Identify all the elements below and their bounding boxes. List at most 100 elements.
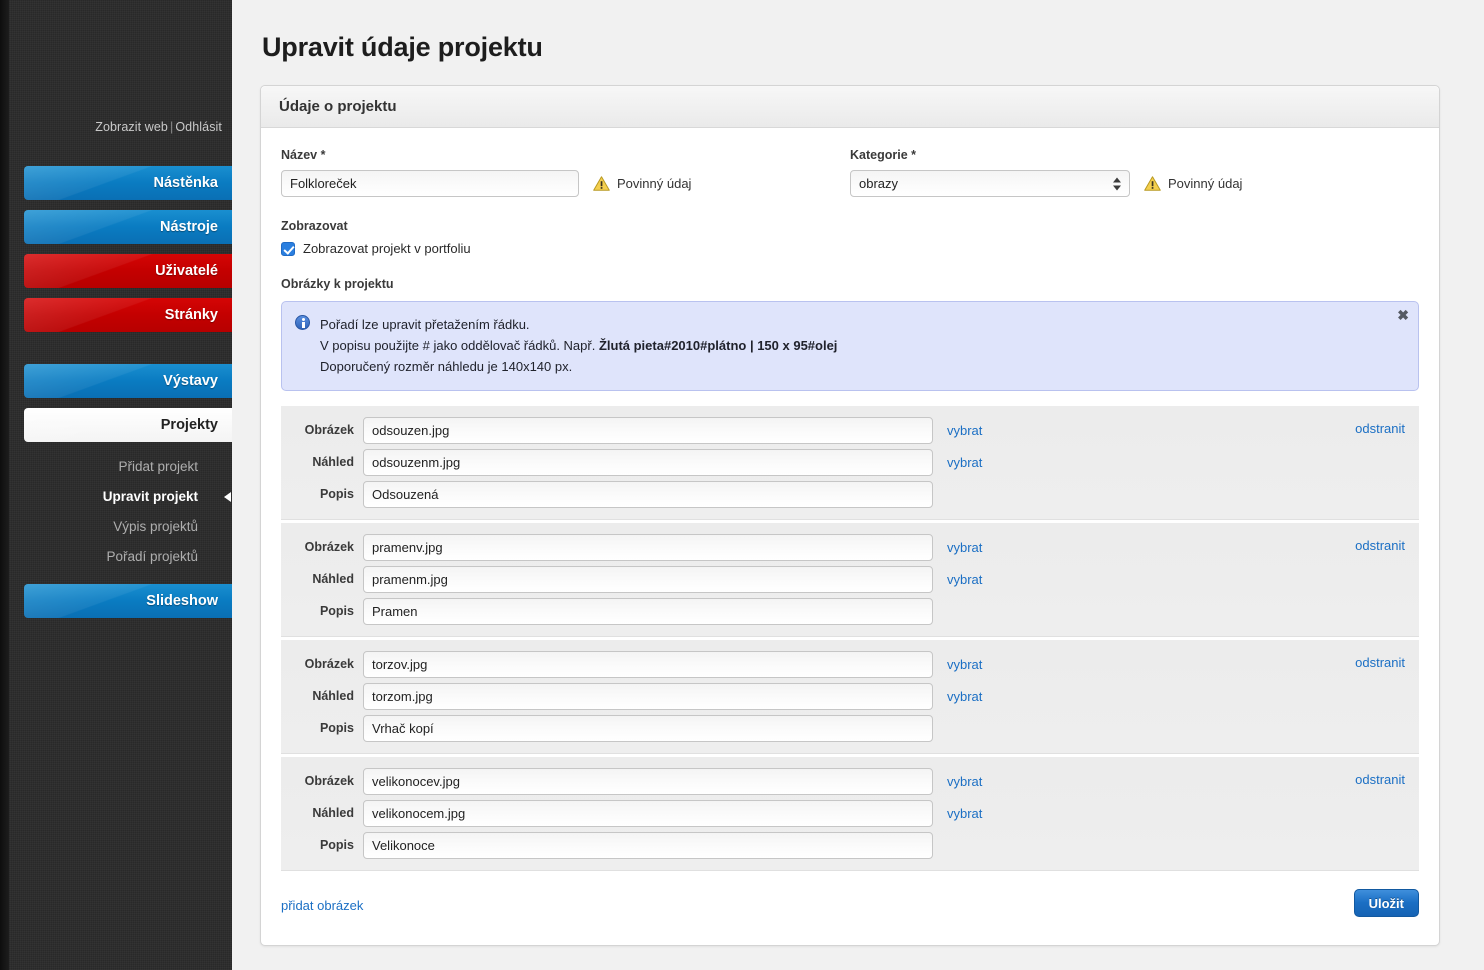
sidebar-item-nastenka[interactable]: Nástěnka: [24, 166, 232, 200]
table-row[interactable]: odstranit Obrázek vybrat Náhled vybrat: [281, 522, 1419, 637]
image-label: Obrázek: [304, 540, 354, 554]
delete-image-link[interactable]: odstranit: [1355, 655, 1405, 670]
logout-link[interactable]: Odhlásit: [175, 120, 222, 134]
thumb-label: Náhled: [312, 689, 354, 703]
sidebar-subitem-vypis-projektu[interactable]: Výpis projektů: [0, 512, 232, 542]
sidebar-item-uzivatele[interactable]: Uživatelé: [24, 254, 232, 288]
thumb-label: Náhled: [312, 455, 354, 469]
info-circle-icon: [295, 315, 310, 330]
page-title: Upravit údaje projektu: [262, 32, 543, 62]
sidebar-subitem-upravit-projekt[interactable]: Upravit projekt: [0, 482, 232, 512]
caption-label: Popis: [319, 838, 354, 852]
name-required-warning: Povinný údaj: [593, 176, 691, 191]
caption-input[interactable]: [363, 480, 933, 508]
image-input[interactable]: [363, 416, 933, 444]
thumb-input[interactable]: [363, 682, 933, 710]
pick-image-link[interactable]: vybrat: [947, 774, 982, 789]
delete-image-link[interactable]: odstranit: [1355, 421, 1405, 436]
sidebar-nav-gap: [0, 342, 232, 364]
panel-title: Údaje o projektu: [261, 86, 1439, 128]
category-select-wrap: obrazy: [850, 170, 1130, 197]
info-line-2-pre: V popisu použijte # jako oddělovač řádků…: [320, 338, 599, 353]
thumb-field-line: Náhled vybrat: [281, 799, 1419, 827]
category-label: Kategorie *: [850, 148, 916, 162]
add-image-link[interactable]: přidat obrázek: [281, 898, 363, 913]
info-line-3: Doporučený rozměr náhledu je 140x140 px.: [320, 359, 573, 374]
sidebar-subitem-label: Upravit projekt: [102, 489, 198, 504]
display-checkbox[interactable]: [281, 241, 295, 256]
image-input[interactable]: [363, 650, 933, 678]
images-section: Obrázky k projektu ✖ Pořadí lze upravit …: [281, 277, 1419, 923]
info-notice: ✖ Pořadí lze upravit přetažením řádku. V…: [281, 301, 1419, 391]
sidebar-subitem-pridat-projekt[interactable]: Přidat projekt: [0, 452, 232, 482]
warning-triangle-icon: [593, 176, 610, 191]
caption-field-line: Popis: [281, 597, 1419, 625]
admin-page: Zobrazit web | Odhlásit Nástěnka Nástroje …: [0, 0, 1484, 970]
sidebar-item-vystavy[interactable]: Výstavy: [24, 364, 232, 398]
table-row[interactable]: odstranit Obrázek vybrat Náhled vybrat: [281, 639, 1419, 754]
sidebar-nav: Nástěnka Nástroje Uživatelé Stránky Výst…: [0, 166, 232, 628]
category-select[interactable]: obrazy: [850, 170, 1130, 197]
category-row: obrazy Povinný údaj: [850, 170, 1419, 197]
thumb-input[interactable]: [363, 799, 933, 827]
image-label: Obrázek: [304, 657, 354, 671]
info-line-2-example: Žlutá pieta#2010#plátno | 150 x 95#olej: [598, 338, 838, 353]
sidebar-item-nastroje[interactable]: Nástroje: [24, 210, 232, 244]
thumb-input[interactable]: [363, 565, 933, 593]
pick-thumb-link[interactable]: vybrat: [947, 455, 982, 470]
sidebar-nav-gap-2: [0, 572, 232, 584]
main-content: Upravit údaje projektu Údaje o projektu …: [232, 0, 1484, 970]
image-label: Obrázek: [304, 423, 354, 437]
name-field-group: Název * Folkloreček Povinný údaj: [281, 148, 850, 197]
thumb-field-line: Náhled vybrat: [281, 682, 1419, 710]
pick-image-link[interactable]: vybrat: [947, 657, 982, 672]
image-field-line: Obrázek vybrat: [281, 533, 1419, 561]
caption-field-line: Popis: [281, 714, 1419, 742]
category-field-group: Kategorie * obrazy Povinný údaj: [850, 148, 1419, 197]
name-input[interactable]: [281, 170, 579, 197]
form-footer: přidat obrázek Uložit: [281, 889, 1419, 923]
image-field-line: Obrázek vybrat: [281, 416, 1419, 444]
sidebar-item-stranky[interactable]: Stránky: [24, 298, 232, 332]
image-input[interactable]: [363, 767, 933, 795]
name-required-text: Povinný údaj: [617, 176, 692, 191]
warning-triangle-icon: [1144, 176, 1161, 191]
table-row[interactable]: odstranit Obrázek vybrat Náhled vybrat: [281, 405, 1419, 520]
pick-thumb-link[interactable]: vybrat: [947, 572, 982, 587]
sidebar-item-slideshow[interactable]: Slideshow: [24, 584, 232, 618]
caption-input[interactable]: [363, 831, 933, 859]
image-rows-list: odstranit Obrázek vybrat Náhled vybrat: [281, 405, 1419, 871]
caption-label: Popis: [319, 721, 354, 735]
caption-input[interactable]: [363, 597, 933, 625]
caption-field-line: Popis: [281, 831, 1419, 859]
close-icon[interactable]: ✖: [1397, 308, 1409, 322]
image-field-line: Obrázek vybrat: [281, 767, 1419, 795]
info-line-2: V popisu použijte # jako oddělovač řádků…: [320, 335, 1384, 356]
sidebar-top-links: Zobrazit web | Odhlásit: [95, 120, 222, 134]
save-button[interactable]: Uložit: [1353, 889, 1419, 917]
pick-thumb-link[interactable]: vybrat: [947, 806, 982, 821]
caption-label: Popis: [319, 487, 354, 501]
caption-label: Popis: [319, 604, 354, 618]
image-input[interactable]: [363, 533, 933, 561]
delete-image-link[interactable]: odstranit: [1355, 538, 1405, 553]
active-pointer-icon: [224, 492, 231, 502]
sidebar-subitem-poradi-projektu[interactable]: Pořadí projektů: [0, 542, 232, 572]
pick-image-link[interactable]: vybrat: [947, 423, 982, 438]
display-checkbox-row[interactable]: Zobrazovat projekt v portfoliu: [281, 241, 1419, 256]
sidebar-item-projekty[interactable]: Projekty: [24, 408, 232, 442]
delete-image-link[interactable]: odstranit: [1355, 772, 1405, 787]
image-label: Obrázek: [304, 774, 354, 788]
info-line-1: Pořadí lze upravit přetažením řádku.: [320, 317, 530, 332]
view-site-link[interactable]: Zobrazit web: [95, 120, 168, 134]
display-label: Zobrazovat: [281, 219, 348, 233]
pick-thumb-link[interactable]: vybrat: [947, 689, 982, 704]
sidebar: Zobrazit web | Odhlásit Nástěnka Nástroje …: [0, 0, 232, 970]
thumb-label: Náhled: [312, 806, 354, 820]
pick-image-link[interactable]: vybrat: [947, 540, 982, 555]
caption-input[interactable]: [363, 714, 933, 742]
table-row[interactable]: odstranit Obrázek vybrat Náhled vybrat: [281, 756, 1419, 871]
thumb-input[interactable]: [363, 448, 933, 476]
panel-body: Název * Folkloreček Povinný údaj Kategor…: [261, 128, 1439, 945]
caption-field-line: Popis: [281, 480, 1419, 508]
